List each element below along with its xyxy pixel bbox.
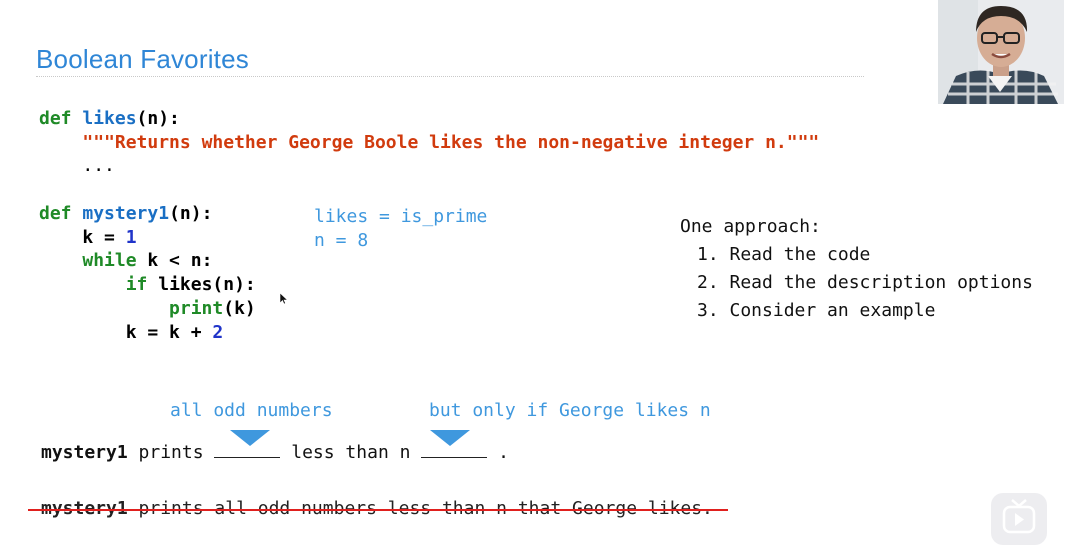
mystery1-signature: (n):: [169, 203, 213, 224]
sentence-end: .: [487, 442, 509, 463]
keyword-while: while: [82, 250, 137, 272]
function-name-likes: likes: [82, 108, 137, 129]
mystery1-function-code: def mystery1(n): k = 1 while k < n: if l…: [39, 202, 256, 344]
sentence-middle: less than n: [280, 442, 422, 463]
builtin-print: print: [169, 297, 224, 319]
annotation-likes: likes = is_prime: [314, 206, 488, 227]
k-assign: k =: [82, 226, 126, 248]
mouse-pointer-icon: [279, 290, 289, 309]
play-icon: [1002, 499, 1036, 534]
approach-heading: One approach:: [680, 216, 821, 237]
hint-first-blank: all odd numbers: [170, 400, 333, 421]
example-annotation: likes = is_prime n = 8: [314, 205, 487, 252]
keyword-def: def: [39, 108, 72, 129]
likes-function-code: def likes(n): """Returns whether George …: [39, 107, 819, 178]
likes-docstring: """Returns whether George Boole likes th…: [82, 131, 820, 153]
slide-title: Boolean Favorites: [36, 44, 249, 74]
approach-step: 3. Consider an example: [697, 300, 936, 321]
title-divider: [36, 76, 864, 77]
likes-signature: (n):: [136, 108, 180, 129]
fill-in-sentence: mystery1 prints less than n .: [41, 442, 509, 463]
first-blank: [214, 443, 281, 458]
hint-second-blank: but only if George likes n: [429, 400, 711, 421]
sentence-verb: prints: [127, 442, 215, 463]
if-condition: likes(n):: [147, 274, 256, 296]
second-blank: [421, 443, 488, 458]
while-condition: k < n:: [136, 250, 213, 272]
keyword-def: def: [39, 203, 72, 224]
k-update: k = k +: [125, 321, 213, 343]
function-name-mystery1: mystery1: [82, 203, 170, 224]
approach-step: 1. Read the code: [697, 244, 871, 265]
print-argument: (k): [223, 297, 256, 319]
keyword-if: if: [125, 274, 148, 296]
k-initial-value: 1: [125, 226, 137, 248]
approach-step: 2. Read the description options: [697, 272, 1033, 293]
play-button[interactable]: [991, 493, 1047, 545]
presenter-webcam: [938, 0, 1064, 104]
sentence-subject: mystery1: [41, 442, 128, 463]
annotation-n: n = 8: [314, 229, 369, 251]
strikethrough-line: [28, 509, 728, 511]
approach-list: One approach: 1. Read the code 2. Read the…: [680, 213, 1033, 325]
likes-body-ellipsis: ...: [82, 155, 115, 177]
k-step-value: 2: [212, 321, 224, 343]
